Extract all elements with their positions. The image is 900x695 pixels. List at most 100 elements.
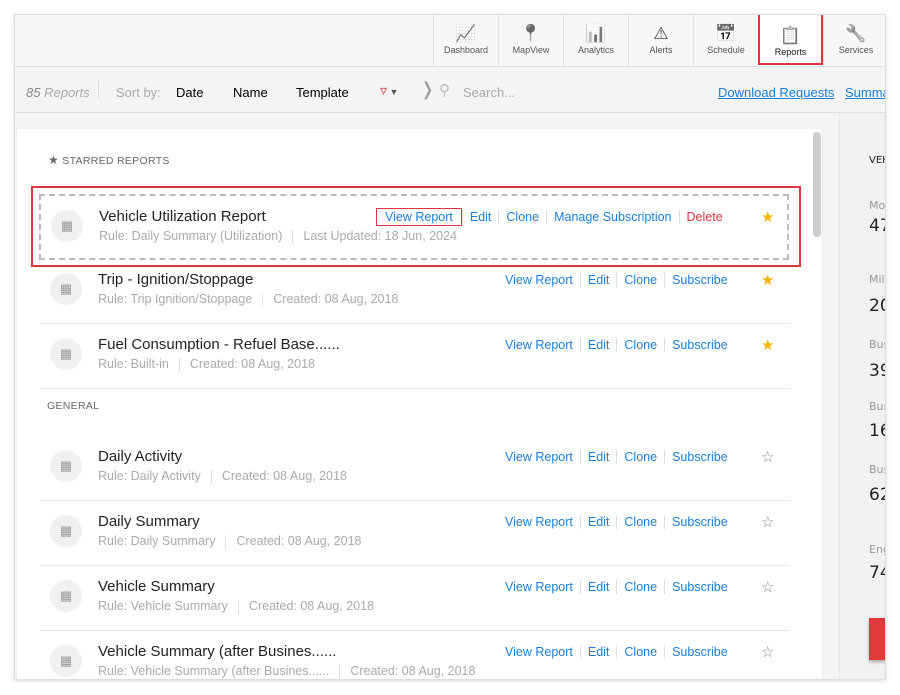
- row-actions: View Report Edit Clone Subscribe: [498, 338, 735, 352]
- stat-value: 62: [869, 485, 885, 505]
- download-requests-link[interactable]: Download Requests: [718, 85, 834, 100]
- report-row: ▦ Daily Activity Rule: Daily Activity Cre…: [40, 436, 790, 501]
- stat-value: 16: [869, 421, 885, 441]
- divider-chevron-icon: ❭: [420, 79, 436, 99]
- view-report-link[interactable]: View Report: [498, 338, 580, 352]
- highlight-box: [31, 186, 801, 267]
- subscribe-link[interactable]: Subscribe: [664, 450, 735, 464]
- report-title[interactable]: Fuel Consumption - Refuel Base......: [98, 336, 340, 353]
- star-filled-icon[interactable]: ★: [761, 336, 774, 354]
- stat-value: 39: [869, 361, 885, 381]
- report-meta: Rule: Daily Activity Created: 08 Aug, 201…: [98, 469, 347, 484]
- nav-alerts[interactable]: ⚠ Alerts: [628, 15, 693, 67]
- report-meta: Rule: Daily Summary Created: 08 Aug, 2018: [98, 534, 362, 549]
- row-actions: View Report Edit Clone Subscribe: [498, 450, 735, 464]
- clone-link[interactable]: Clone: [616, 645, 664, 659]
- view-report-link[interactable]: View Report: [498, 515, 580, 529]
- action-button[interactable]: [869, 618, 885, 660]
- nav-dashboard[interactable]: 📈 Dashboard: [433, 15, 498, 67]
- report-row: ▦ Vehicle Summary (after Busines...... R…: [40, 631, 790, 679]
- stat-value: 20: [869, 296, 885, 316]
- edit-link[interactable]: Edit: [579, 645, 617, 659]
- edit-link[interactable]: Edit: [579, 515, 617, 529]
- filter-icon[interactable]: ▿ ▼: [380, 82, 398, 99]
- nav-label: Dashboard: [443, 45, 489, 55]
- star-outline-icon[interactable]: ☆: [761, 578, 774, 596]
- report-meta: Rule: Built-in Created: 08 Aug, 2018: [98, 357, 315, 372]
- clone-link[interactable]: Clone: [616, 338, 664, 352]
- map-pin-icon: 📍: [520, 24, 542, 43]
- report-meta: Rule: Trip Ignition/Stoppage Created: 08 …: [98, 292, 399, 307]
- view-report-link[interactable]: View Report: [498, 645, 580, 659]
- nav-mapview[interactable]: 📍 MapView: [498, 15, 563, 67]
- edit-link[interactable]: Edit: [579, 580, 617, 594]
- stat-label: Mo: [869, 199, 886, 212]
- summary-link[interactable]: Summa: [845, 85, 885, 100]
- sort-name[interactable]: Name: [233, 85, 268, 100]
- star-filled-icon[interactable]: ★: [761, 271, 774, 289]
- report-count: 85 Reports: [26, 85, 90, 100]
- grid-icon: ▦: [50, 273, 82, 305]
- search-icon: ⚲: [439, 82, 450, 99]
- star-outline-icon[interactable]: ☆: [761, 643, 774, 661]
- clone-link[interactable]: Clone: [616, 273, 664, 287]
- view-report-link[interactable]: View Report: [498, 273, 580, 287]
- top-nav: 📈 Dashboard 📍 MapView 📊 Analytics ⚠ Alerts 📅 Sche…: [15, 15, 885, 67]
- grid-icon: ▦: [50, 515, 82, 547]
- sort-date[interactable]: Date: [176, 85, 203, 100]
- report-meta: Rule: Vehicle Summary Created: 08 Aug, 20…: [98, 599, 375, 614]
- calendar-icon: 📅: [715, 24, 737, 43]
- star-outline-icon[interactable]: ☆: [761, 513, 774, 531]
- report-title[interactable]: Daily Activity: [98, 448, 182, 465]
- row-actions: View Report Edit Clone Subscribe: [498, 645, 735, 659]
- grid-icon: ▦: [50, 580, 82, 612]
- report-row: ▦ Vehicle Summary Rule: Vehicle Summary C…: [40, 566, 790, 631]
- nav-label: Alerts: [649, 45, 673, 55]
- report-meta: Rule: Vehicle Summary (after Busines....…: [98, 664, 476, 679]
- clipboard-icon: 📋: [779, 26, 802, 45]
- subscribe-link[interactable]: Subscribe: [664, 580, 735, 594]
- search-input[interactable]: Search...: [463, 85, 515, 100]
- subscribe-link[interactable]: Subscribe: [664, 273, 735, 287]
- sort-template[interactable]: Template: [296, 85, 349, 100]
- grid-icon: ▦: [50, 450, 82, 482]
- subscribe-link[interactable]: Subscribe: [664, 645, 735, 659]
- star-outline-icon[interactable]: ☆: [761, 448, 774, 466]
- view-report-link[interactable]: View Report: [498, 450, 580, 464]
- bar-chart-icon: 📊: [585, 24, 607, 43]
- app-window: 📈 Dashboard 📍 MapView 📊 Analytics ⚠ Alerts 📅 Sche…: [14, 14, 886, 680]
- row-actions: View Report Edit Clone Subscribe: [498, 273, 735, 287]
- nav-schedule[interactable]: 📅 Schedule: [693, 15, 758, 67]
- report-title[interactable]: Vehicle Summary (after Busines......: [98, 643, 336, 660]
- view-report-link[interactable]: View Report: [498, 580, 580, 594]
- clone-link[interactable]: Clone: [616, 450, 664, 464]
- stat-value: 47: [869, 216, 885, 236]
- nav-reports[interactable]: 📋 Reports: [758, 15, 823, 65]
- subscribe-link[interactable]: Subscribe: [664, 338, 735, 352]
- edit-link[interactable]: Edit: [579, 450, 617, 464]
- sort-by-label: Sort by:: [116, 85, 161, 100]
- stat-label: Bus: [869, 400, 885, 413]
- subscribe-link[interactable]: Subscribe: [664, 515, 735, 529]
- nav-analytics[interactable]: 📊 Analytics: [563, 15, 628, 67]
- clone-link[interactable]: Clone: [616, 515, 664, 529]
- stat-label: Bus: [869, 338, 885, 351]
- edit-link[interactable]: Edit: [579, 338, 617, 352]
- monitor-chart-icon: 📈: [455, 24, 477, 43]
- stat-label: Mil: [869, 273, 885, 286]
- report-title[interactable]: Daily Summary: [98, 513, 200, 530]
- nav-services[interactable]: 🔧 Services: [823, 15, 885, 67]
- scrollbar[interactable]: [813, 132, 821, 237]
- panel-header: VEH: [869, 155, 885, 166]
- grid-icon: ▦: [50, 645, 82, 677]
- tools-icon: 🔧: [845, 24, 867, 43]
- report-title[interactable]: Vehicle Summary: [98, 578, 215, 595]
- report-title[interactable]: Trip - Ignition/Stoppage: [98, 271, 253, 288]
- nav-label: MapView: [512, 45, 550, 55]
- nav-label: Reports: [774, 47, 807, 57]
- starred-section-header: ★ STARRED REPORTS: [48, 153, 170, 167]
- clone-link[interactable]: Clone: [616, 580, 664, 594]
- edit-link[interactable]: Edit: [579, 273, 617, 287]
- stat-value: 74: [869, 563, 885, 583]
- stat-label: Bus: [869, 463, 885, 476]
